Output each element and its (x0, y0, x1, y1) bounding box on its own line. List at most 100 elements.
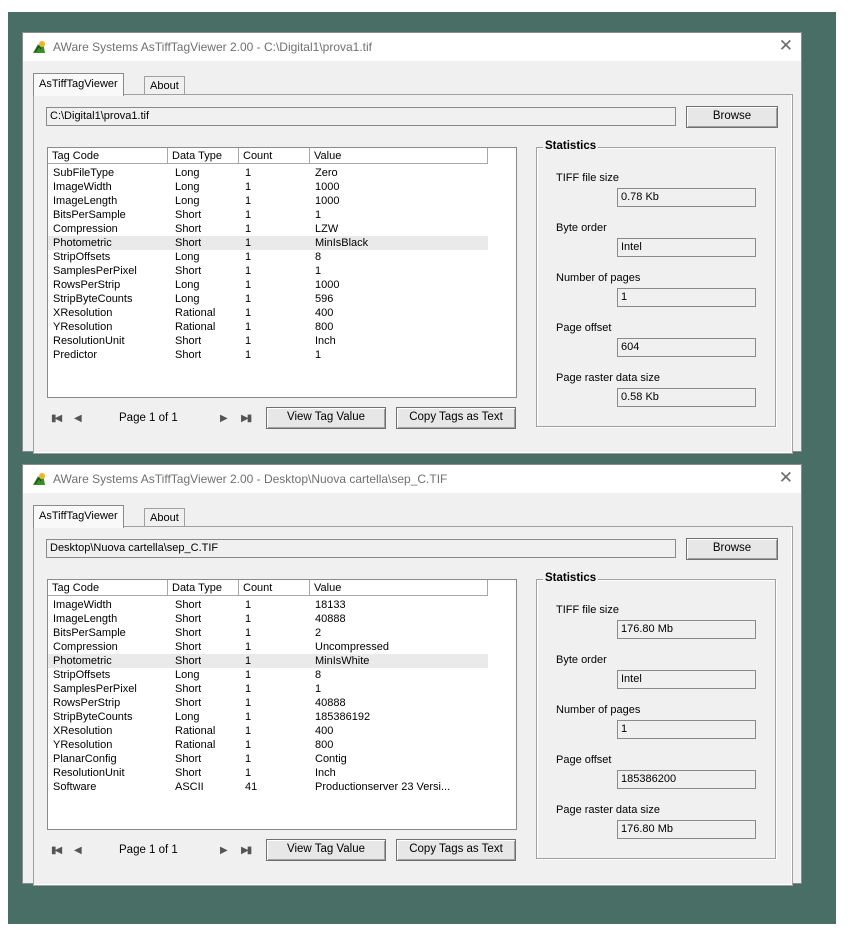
next-page-icon[interactable]: ▶ (220, 845, 228, 856)
statistic-value: 0.78 Kb (617, 188, 756, 207)
first-page-icon[interactable]: ▮◀ (51, 845, 62, 856)
cell-value: 400 (315, 307, 334, 319)
table-row[interactable]: XResolution Rational 1 400 (48, 724, 516, 738)
cell-count: 1 (245, 307, 252, 319)
cell-value: 596 (315, 293, 334, 305)
statistic-value: 176.80 Mb (617, 820, 756, 839)
column-header-value[interactable]: Value (310, 148, 488, 164)
previous-page-icon[interactable]: ◀ (74, 845, 82, 856)
copy-tags-as-text-button[interactable]: Copy Tags as Text (396, 407, 516, 429)
table-row[interactable]: SamplesPerPixel Short 1 1 (48, 264, 516, 278)
view-tag-value-button[interactable]: View Tag Value (266, 407, 386, 429)
statistic-value: 1 (617, 288, 756, 307)
file-path-field[interactable]: Desktop\Nuova cartella\sep_C.TIF (46, 539, 676, 558)
close-icon[interactable]: ✕ (779, 468, 793, 488)
statistic-label: Number of pages (556, 272, 641, 284)
copy-tags-as-text-button[interactable]: Copy Tags as Text (396, 839, 516, 861)
table-row[interactable]: Photometric Short 1 MinIsWhite (48, 654, 488, 668)
table-row[interactable]: RowsPerStrip Short 1 40888 (48, 696, 516, 710)
table-row[interactable]: XResolution Rational 1 400 (48, 306, 516, 320)
table-row[interactable]: BitsPerSample Short 1 1 (48, 208, 516, 222)
table-row[interactable]: Photometric Short 1 MinIsBlack (48, 236, 488, 250)
table-row[interactable]: Compression Short 1 LZW (48, 222, 516, 236)
last-page-icon[interactable]: ▶▮ (241, 845, 252, 856)
cell-tag-code: ResolutionUnit (53, 767, 125, 779)
tab-astifftagviewer[interactable]: AsTiffTagViewer (33, 73, 124, 96)
cell-tag-code: Photometric (53, 237, 112, 249)
table-row[interactable]: StripOffsets Long 1 8 (48, 668, 516, 682)
cell-tag-code: YResolution (53, 739, 113, 751)
table-row[interactable]: ImageWidth Short 1 18133 (48, 598, 516, 612)
cell-data-type: Short (175, 753, 202, 765)
cell-value: 8 (315, 251, 322, 263)
tab-panel: Desktop\Nuova cartella\sep_C.TIF Browse … (33, 526, 793, 886)
window-title: AWare Systems AsTiffTagViewer 2.00 - C:\… (53, 40, 373, 54)
cell-data-type: Short (175, 655, 202, 667)
table-row[interactable]: ImageWidth Long 1 1000 (48, 180, 516, 194)
cell-data-type: Long (175, 293, 200, 305)
column-header-data-type[interactable]: Data Type (168, 148, 239, 164)
table-row[interactable]: SubFileType Long 1 Zero (48, 166, 516, 180)
cell-tag-code: Predictor (53, 349, 98, 361)
app-window-2: AWare Systems AsTiffTagViewer 2.00 - Des… (22, 464, 802, 886)
cell-tag-code: StripOffsets (53, 251, 111, 263)
table-row[interactable]: StripByteCounts Long 1 185386192 (48, 710, 516, 724)
statistic-value: Intel (617, 238, 756, 257)
browse-button[interactable]: Browse (686, 538, 778, 560)
tab-about[interactable]: About (144, 508, 185, 528)
cell-data-type: Short (175, 683, 202, 695)
column-header-tag-code[interactable]: Tag Code (48, 580, 168, 596)
column-header-value[interactable]: Value (310, 580, 488, 596)
cell-tag-code: BitsPerSample (53, 209, 126, 221)
cell-value: 1 (315, 349, 322, 361)
table-row[interactable]: ImageLength Short 1 40888 (48, 612, 516, 626)
cell-value: LZW (315, 223, 339, 235)
table-row[interactable]: SamplesPerPixel Short 1 1 (48, 682, 516, 696)
table-row[interactable]: StripOffsets Long 1 8 (48, 250, 516, 264)
column-header-count[interactable]: Count (239, 580, 310, 596)
cell-data-type: Long (175, 167, 200, 179)
cell-data-type: Short (175, 237, 202, 249)
cell-data-type: Short (175, 335, 202, 347)
cell-value: 40888 (315, 697, 346, 709)
tag-list[interactable]: Tag Code Data Type Count Value ImageWidt… (47, 579, 517, 830)
last-page-icon[interactable]: ▶▮ (241, 413, 252, 424)
table-row[interactable]: ResolutionUnit Short 1 Inch (48, 766, 516, 780)
cell-count: 1 (245, 223, 252, 235)
column-header-data-type[interactable]: Data Type (168, 580, 239, 596)
cell-tag-code: SamplesPerPixel (53, 265, 137, 277)
table-row[interactable]: ResolutionUnit Short 1 Inch (48, 334, 516, 348)
table-row[interactable]: Software ASCII 41 Productionserver 23 Versi… (48, 780, 516, 794)
file-path-field[interactable]: C:\Digital1\prova1.tif (46, 107, 676, 126)
statistic-value: 185386200 (617, 770, 756, 789)
next-page-icon[interactable]: ▶ (220, 413, 228, 424)
browse-button[interactable]: Browse (686, 106, 778, 128)
cell-data-type: ASCII (175, 781, 204, 793)
cell-count: 1 (245, 711, 252, 723)
table-row[interactable]: Predictor Short 1 1 (48, 348, 516, 362)
column-header-count[interactable]: Count (239, 148, 310, 164)
previous-page-icon[interactable]: ◀ (74, 413, 82, 424)
cell-value: 185386192 (315, 711, 371, 723)
tab-about[interactable]: About (144, 76, 185, 96)
view-tag-value-button[interactable]: View Tag Value (266, 839, 386, 861)
title-bar[interactable]: AWare Systems AsTiffTagViewer 2.00 - C:\… (23, 33, 801, 61)
tab-astifftagviewer[interactable]: AsTiffTagViewer (33, 505, 124, 528)
table-row[interactable]: StripByteCounts Long 1 596 (48, 292, 516, 306)
column-header-tag-code[interactable]: Tag Code (48, 148, 168, 164)
table-row[interactable]: YResolution Rational 1 800 (48, 320, 516, 334)
close-icon[interactable]: ✕ (779, 36, 793, 56)
cell-count: 1 (245, 265, 252, 277)
table-row[interactable]: ImageLength Long 1 1000 (48, 194, 516, 208)
title-bar[interactable]: AWare Systems AsTiffTagViewer 2.00 - Des… (23, 465, 801, 493)
cell-data-type: Long (175, 251, 200, 263)
table-row[interactable]: YResolution Rational 1 800 (48, 738, 516, 752)
cell-data-type: Rational (175, 307, 216, 319)
first-page-icon[interactable]: ▮◀ (51, 413, 62, 424)
table-row[interactable]: BitsPerSample Short 1 2 (48, 626, 516, 640)
cell-count: 1 (245, 683, 252, 695)
table-row[interactable]: RowsPerStrip Long 1 1000 (48, 278, 516, 292)
table-row[interactable]: PlanarConfig Short 1 Contig (48, 752, 516, 766)
tag-list[interactable]: Tag Code Data Type Count Value SubFileTy… (47, 147, 517, 398)
table-row[interactable]: Compression Short 1 Uncompressed (48, 640, 516, 654)
